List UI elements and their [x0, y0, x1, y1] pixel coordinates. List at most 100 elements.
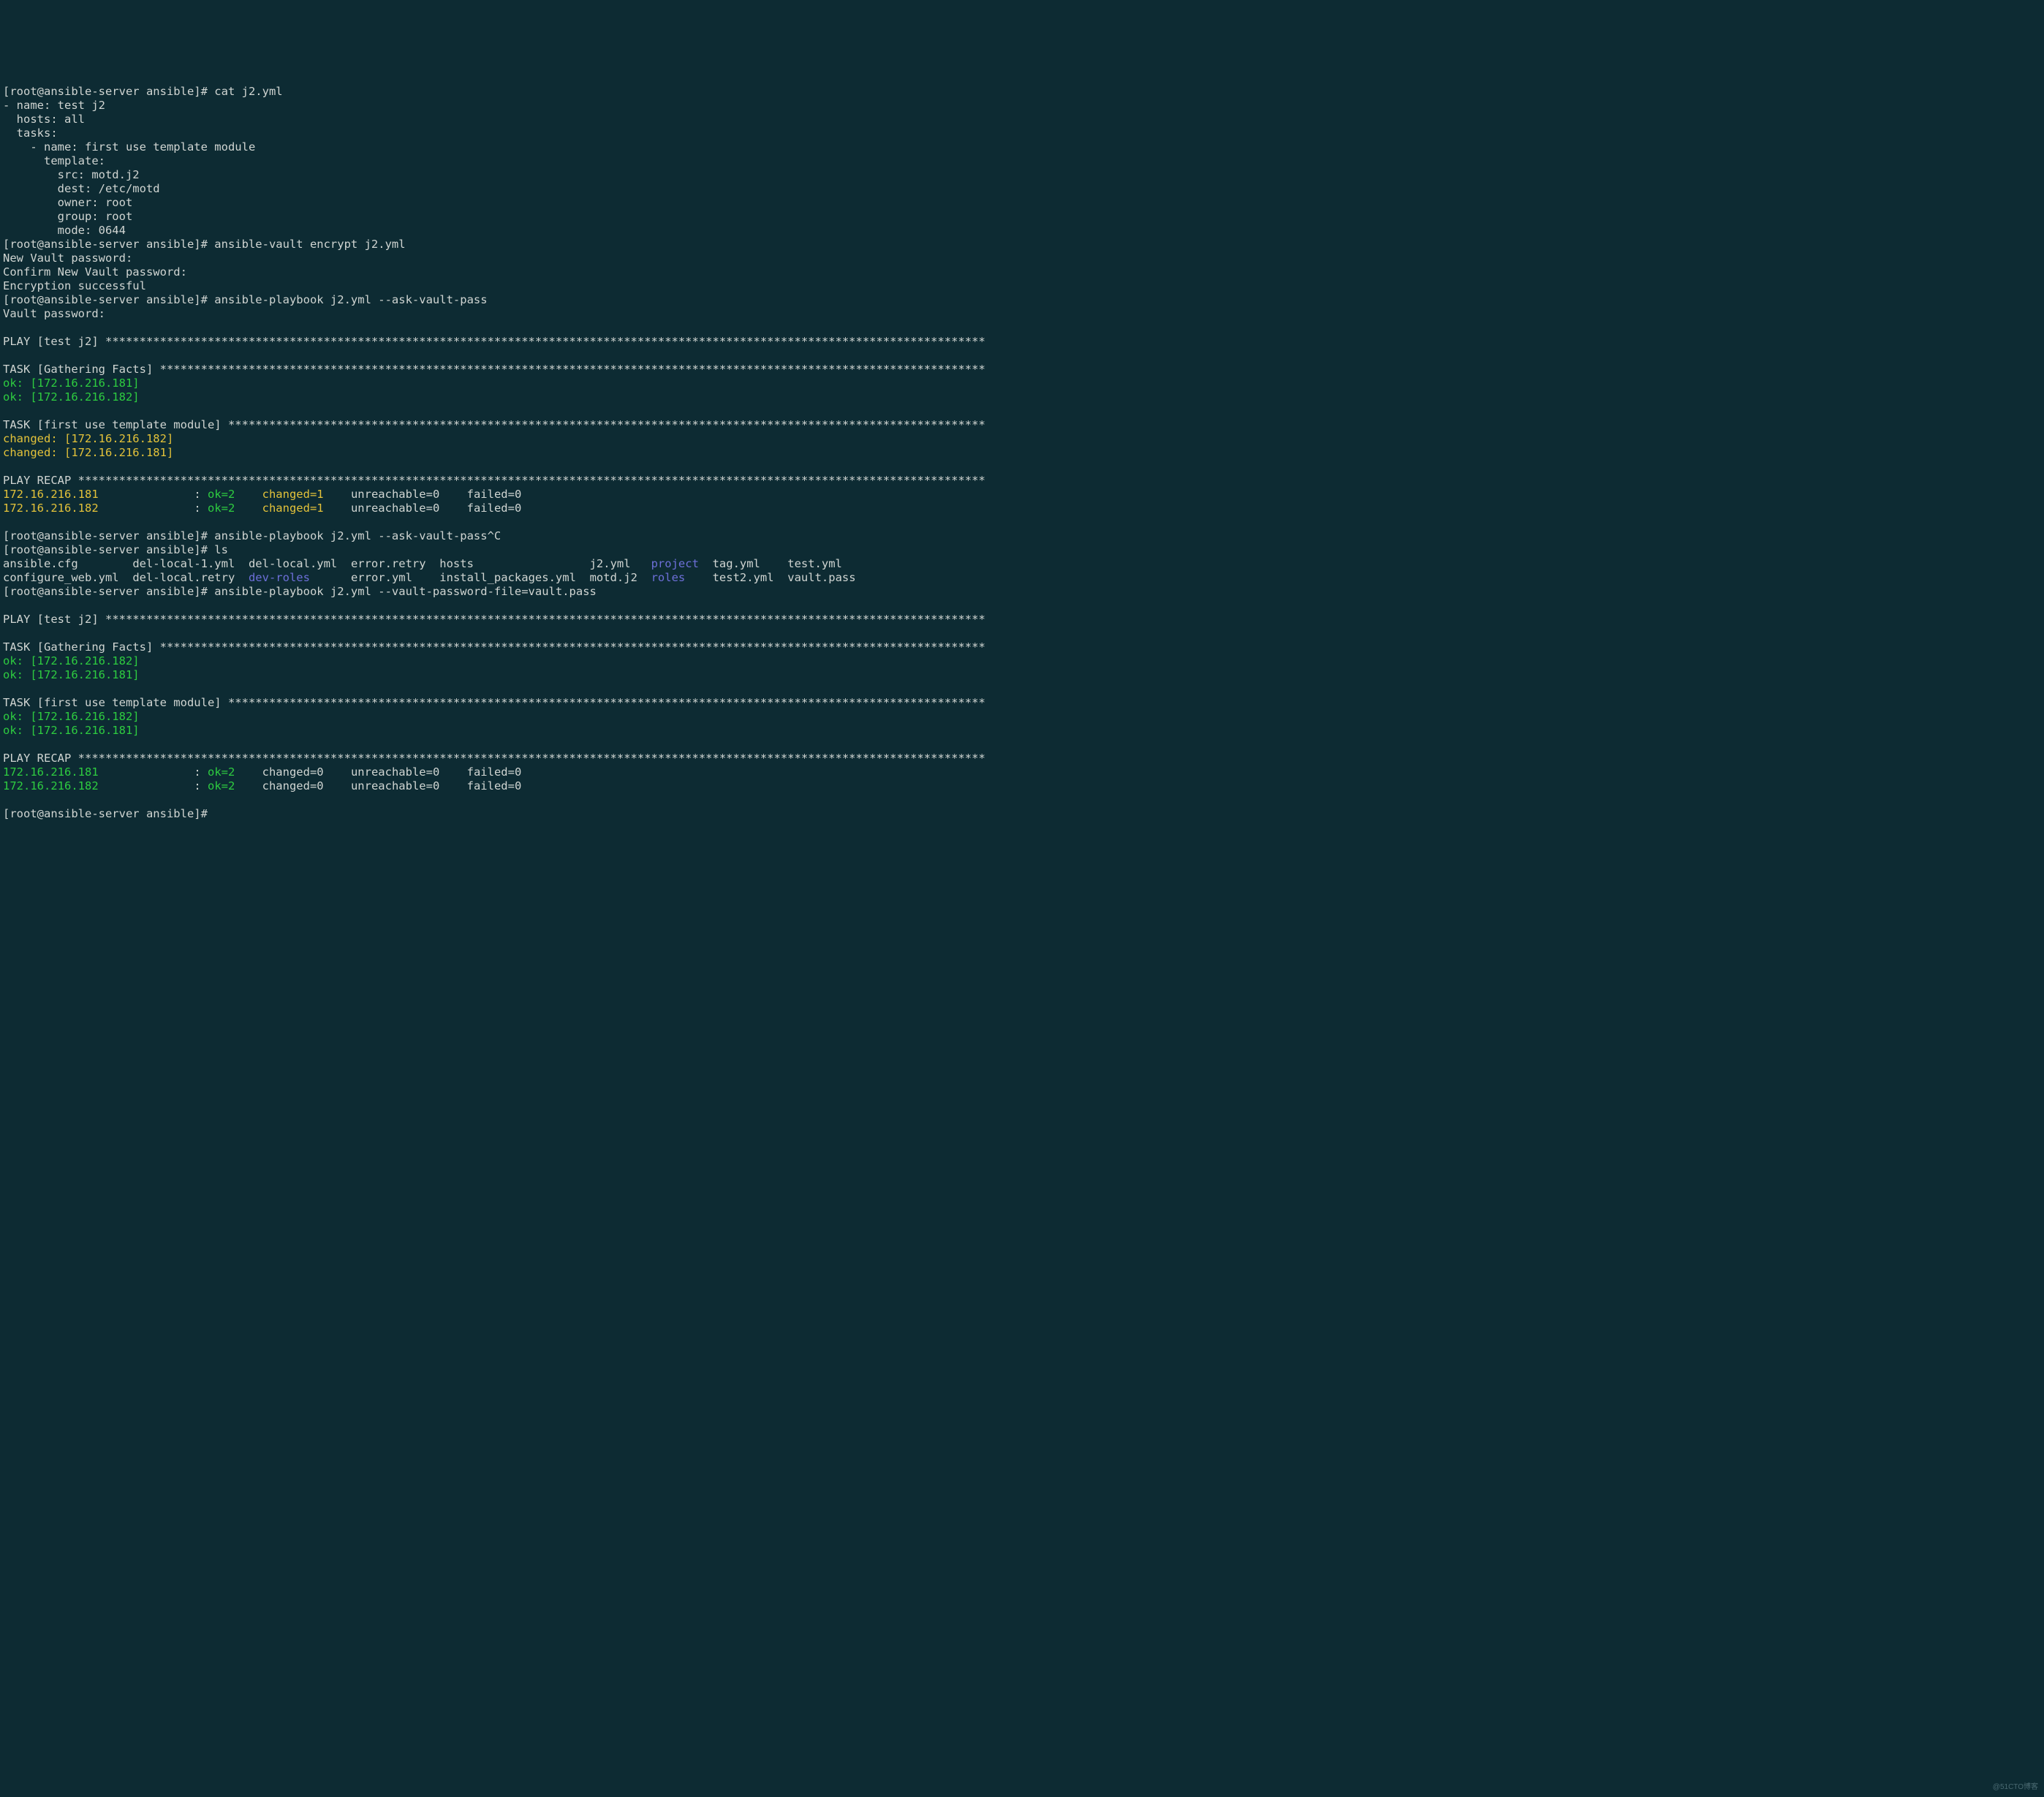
shell-prompt[interactable]: [root@ansible-server ansible]# [3, 807, 214, 820]
play-recap-header: PLAY RECAP [3, 752, 78, 765]
command-playbook-ask-vault: ansible-playbook j2.yml --ask-vault-pass [214, 293, 487, 306]
recap-ok: ok=2 [208, 502, 255, 515]
recap-colon: : [187, 765, 208, 779]
recap-colon: : [187, 488, 208, 501]
watermark: @51CTO博客 [1993, 1780, 2038, 1794]
changed-host-181: changed: [172.16.216.181] [3, 446, 173, 459]
command-playbook-cancelled: ansible-playbook j2.yml --ask-vault-pass… [214, 529, 501, 542]
ls-file: ansible.cfg [3, 557, 132, 570]
ls-file: del-local.yml [249, 557, 351, 570]
play-recap-header: PLAY RECAP [3, 474, 78, 487]
recap-ok: ok=2 [208, 779, 255, 792]
ls-dir-roles: roles [651, 571, 686, 584]
yaml-line: - name: test j2 [3, 99, 105, 112]
yaml-line: src: motd.j2 [3, 168, 140, 181]
shell-prompt: [root@ansible-server ansible]# [3, 293, 214, 306]
vault-password-prompt: Vault password: [3, 307, 105, 320]
recap-ok: ok=2 [208, 765, 255, 779]
play-divider: ****************************************… [105, 613, 985, 626]
ls-file: motd.j2 [590, 571, 651, 584]
recap-failed: failed=0 [467, 488, 542, 501]
ls-file: vault.pass [787, 571, 855, 584]
yaml-line: dest: /etc/motd [3, 182, 160, 195]
yaml-line: hosts: all [3, 113, 85, 126]
yaml-line: tasks: [3, 126, 58, 140]
recap-unreachable: unreachable=0 [344, 765, 467, 779]
ls-file: test2.yml [685, 571, 787, 584]
ok-host-182: ok: [172.16.216.182] [3, 710, 140, 723]
ls-file: tag.yml [699, 557, 787, 570]
recap-failed: failed=0 [467, 502, 542, 515]
ls-file: configure_web.yml [3, 571, 132, 584]
yaml-line: group: root [3, 210, 132, 223]
task-gathering-header: TASK [Gathering Facts] [3, 640, 160, 654]
ls-file: del-local-1.yml [132, 557, 249, 570]
command-vault-encrypt: ansible-vault encrypt j2.yml [214, 238, 405, 251]
shell-prompt: [root@ansible-server ansible]# [3, 238, 214, 251]
ls-file: test.yml [787, 557, 842, 570]
ls-file: error.yml [351, 571, 439, 584]
ls-file: j2.yml [590, 557, 651, 570]
task-divider: ****************************************… [228, 418, 985, 431]
play-header: PLAY [test j2] [3, 613, 105, 626]
recap-changed: changed=0 [255, 765, 344, 779]
ok-host-182: ok: [172.16.216.182] [3, 390, 140, 404]
yaml-line: - name: first use template module [3, 140, 255, 154]
shell-prompt: [root@ansible-server ansible]# [3, 585, 214, 598]
task-template-header: TASK [first use template module] [3, 696, 228, 709]
task-divider: ****************************************… [228, 696, 985, 709]
vault-new-password: New Vault password: [3, 251, 132, 265]
recap-unreachable: unreachable=0 [344, 779, 467, 792]
recap-failed: failed=0 [467, 765, 542, 779]
ls-pad [310, 571, 351, 584]
recap-host-182: 172.16.216.182 [3, 502, 99, 515]
shell-prompt: [root@ansible-server ansible]# [3, 543, 214, 556]
recap-host-181: 172.16.216.181 [3, 488, 99, 501]
recap-host-181: 172.16.216.181 [3, 765, 99, 779]
recap-failed: failed=0 [467, 779, 542, 792]
yaml-line: owner: root [3, 196, 132, 209]
shell-prompt: [root@ansible-server ansible]# [3, 529, 214, 542]
changed-host-182: changed: [172.16.216.182] [3, 432, 173, 445]
ok-host-181: ok: [172.16.216.181] [3, 724, 140, 737]
command-ls: ls [214, 543, 228, 556]
ls-dir-dev-roles: dev-roles [249, 571, 310, 584]
ls-file: error.retry [351, 557, 439, 570]
recap-changed: changed=1 [255, 488, 344, 501]
command-cat: cat j2.yml [214, 85, 282, 98]
ok-host-182: ok: [172.16.216.182] [3, 654, 140, 667]
ok-host-181: ok: [172.16.216.181] [3, 668, 140, 681]
task-divider: ****************************************… [160, 363, 985, 376]
play-header: PLAY [test j2] [3, 335, 105, 348]
recap-pad [99, 779, 187, 792]
task-divider: ****************************************… [160, 640, 985, 654]
task-template-header: TASK [first use template module] [3, 418, 228, 431]
command-playbook-vault-file: ansible-playbook j2.yml --vault-password… [214, 585, 597, 598]
recap-pad [99, 488, 187, 501]
recap-colon: : [187, 502, 208, 515]
terminal-output: [root@ansible-server ansible]# cat j2.ym… [0, 69, 2044, 825]
ls-file: del-local.retry [132, 571, 249, 584]
recap-divider: ****************************************… [78, 752, 985, 765]
recap-divider: ****************************************… [78, 474, 985, 487]
recap-host-182: 172.16.216.182 [3, 779, 99, 792]
task-gathering-header: TASK [Gathering Facts] [3, 363, 160, 376]
recap-pad [99, 765, 187, 779]
recap-colon: : [187, 779, 208, 792]
recap-ok: ok=2 [208, 488, 255, 501]
recap-unreachable: unreachable=0 [344, 488, 467, 501]
recap-changed: changed=1 [255, 502, 344, 515]
recap-unreachable: unreachable=0 [344, 502, 467, 515]
ok-host-181: ok: [172.16.216.181] [3, 377, 140, 390]
yaml-line: template: [3, 154, 105, 167]
recap-changed: changed=0 [255, 779, 344, 792]
ls-dir-project: project [651, 557, 699, 570]
shell-prompt: [root@ansible-server ansible]# [3, 85, 214, 98]
ls-file: hosts [439, 557, 589, 570]
ls-file: install_packages.yml [439, 571, 589, 584]
vault-success: Encryption successful [3, 279, 146, 292]
play-divider: ****************************************… [105, 335, 985, 348]
yaml-line: mode: 0644 [3, 224, 126, 237]
vault-confirm-password: Confirm New Vault password: [3, 265, 187, 279]
recap-pad [99, 502, 187, 515]
